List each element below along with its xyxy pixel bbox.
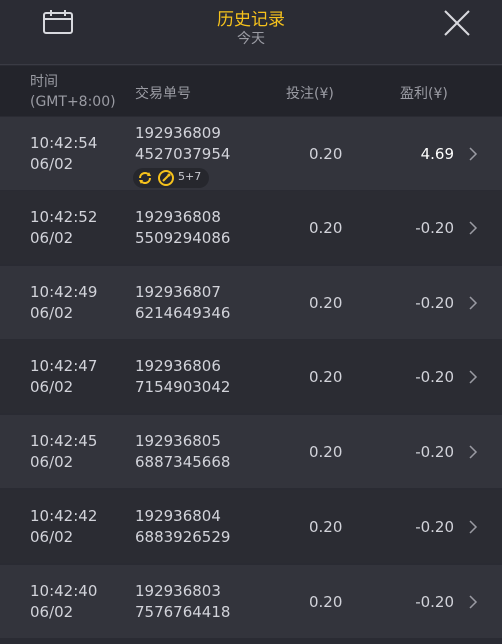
header: 历史记录 今天 <box>0 0 502 65</box>
row-id-line2: 7154903042 <box>135 378 231 396</box>
table-row[interactable]: 10:42:45 06/02 192936805 6887345668 0.20… <box>0 415 502 488</box>
table-header: 时间 (GMT+8:00) 交易单号 投注(¥) 盈利(¥) <box>0 66 502 116</box>
row-date: 06/02 <box>30 155 74 173</box>
row-bet: 0.20 <box>309 518 343 536</box>
row-date: 06/02 <box>30 304 74 322</box>
row-bet: 0.20 <box>309 294 343 312</box>
row-profit: -0.20 <box>415 294 454 312</box>
row-time: 10:42:47 <box>30 357 98 375</box>
row-time: 10:42:45 <box>30 432 98 450</box>
date-filter-label[interactable]: 今天 <box>0 28 502 48</box>
row-id-line2: 5509294086 <box>135 229 231 247</box>
row-id-line2: 6887345668 <box>135 453 231 471</box>
row-bet: 0.20 <box>309 368 343 386</box>
row-profit: -0.20 <box>415 593 454 611</box>
row-profit: 4.69 <box>420 145 454 163</box>
row-id-line1: 192936805 <box>135 432 221 450</box>
page-title: 历史记录 <box>217 10 285 30</box>
chevron-right-icon <box>469 445 478 459</box>
chevron-right-icon <box>469 520 478 534</box>
row-time: 10:42:49 <box>30 283 98 301</box>
table-row[interactable]: 10:42:40 06/02 192936803 7576764418 0.20… <box>0 565 502 638</box>
row-id-line1: 192936807 <box>135 283 221 301</box>
table-row[interactable]: 10:42:49 06/02 192936807 6214649346 0.20… <box>0 266 502 339</box>
table-row[interactable]: 10:42:42 06/02 192936804 6883926529 0.20… <box>0 490 502 563</box>
row-id-line1: 192936806 <box>135 357 221 375</box>
row-profit: -0.20 <box>415 368 454 386</box>
row-date: 06/02 <box>30 528 74 546</box>
row-id-line2: 6883926529 <box>135 528 231 546</box>
row-date: 06/02 <box>30 229 74 247</box>
row-date: 06/02 <box>30 453 74 471</box>
chevron-right-icon <box>469 595 478 609</box>
row-time: 10:42:54 <box>30 134 98 152</box>
row-date: 06/02 <box>30 378 74 396</box>
row-bet: 0.20 <box>309 443 343 461</box>
chevron-right-icon <box>469 147 478 161</box>
chevron-right-icon <box>469 370 478 384</box>
row-id-line1: 192936803 <box>135 582 221 600</box>
row-bet: 0.20 <box>309 145 343 163</box>
row-id-line2: 7576764418 <box>135 603 231 621</box>
row-time: 10:42:42 <box>30 507 98 525</box>
table-row[interactable]: 10:42:47 06/02 192936806 7154903042 0.20… <box>0 340 502 413</box>
row-id-line2: 6214649346 <box>135 304 231 322</box>
row-bet: 0.20 <box>309 593 343 611</box>
row-time: 10:42:40 <box>30 582 98 600</box>
respin-icon <box>139 172 151 184</box>
bonus-icon <box>158 170 174 186</box>
row-id-line1: 192936804 <box>135 507 221 525</box>
history-panel: 历史记录 今天 时间 (GMT+8:00) 交易单号 投注(¥) 盈利(¥) 1… <box>0 0 502 644</box>
table-row[interactable]: 10:42:54 06/02 192936809 4527037954 5+7 … <box>0 117 502 190</box>
column-header-bet: 投注(¥) <box>286 86 334 102</box>
row-time: 10:42:52 <box>30 208 98 226</box>
table-row[interactable]: 10:42:52 06/02 192936808 5509294086 0.20… <box>0 191 502 264</box>
row-profit: -0.20 <box>415 443 454 461</box>
column-header-transaction-id: 交易单号 <box>135 86 191 102</box>
row-id-line1: 192936808 <box>135 208 221 226</box>
badge-count: 5+7 <box>178 170 202 183</box>
row-profit: -0.20 <box>415 518 454 536</box>
row-id-line1: 192936809 <box>135 124 221 142</box>
feature-badges: 5+7 <box>133 168 209 188</box>
column-header-timezone: (GMT+8:00) <box>30 94 116 110</box>
row-date: 06/02 <box>30 603 74 621</box>
close-icon[interactable] <box>442 8 472 38</box>
row-id-line2: 4527037954 <box>135 145 231 163</box>
column-header-profit: 盈利(¥) <box>400 86 448 102</box>
chevron-right-icon <box>469 221 478 235</box>
column-header-time: 时间 <box>30 74 58 90</box>
row-profit: -0.20 <box>415 219 454 237</box>
row-bet: 0.20 <box>309 219 343 237</box>
chevron-right-icon <box>469 296 478 310</box>
